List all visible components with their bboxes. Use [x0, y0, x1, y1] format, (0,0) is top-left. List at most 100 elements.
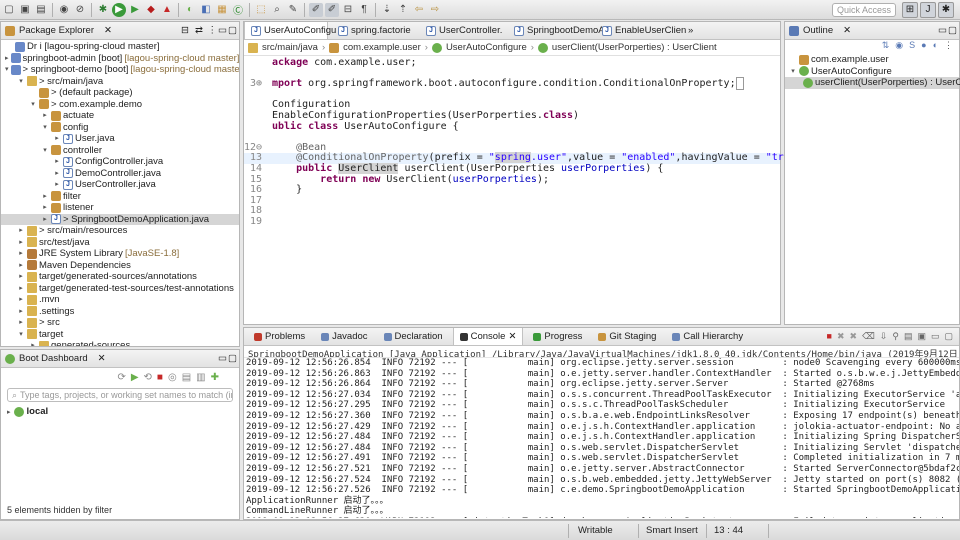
- link-editor-icon[interactable]: ⇄: [195, 25, 203, 36]
- collapse-twisty-icon[interactable]: ▾: [5, 64, 9, 76]
- expand-twisty-icon[interactable]: ▸: [41, 191, 49, 203]
- debug-perspective-icon[interactable]: ✱: [938, 2, 954, 18]
- tree-item[interactable]: ▸ JRE System Library [JavaSE-1.8]: [1, 248, 239, 260]
- bottom-tab-declaration[interactable]: Declaration: [378, 328, 449, 345]
- expand-twisty-icon[interactable]: ▸: [41, 202, 49, 214]
- boot-dashboard-search[interactable]: ⌕ Type tags, projects, or working set na…: [7, 388, 233, 402]
- editor-tab[interactable]: J SpringbootDemoA: [508, 22, 605, 39]
- maximize-icon[interactable]: ▢: [944, 331, 953, 342]
- breadcrumb-item[interactable]: UserAutoConfigure: [446, 42, 527, 53]
- tree-item[interactable]: Dr i [lagou-spring-cloud master]: [1, 41, 239, 53]
- clear-console-icon[interactable]: ⌫: [862, 331, 875, 342]
- start-icon[interactable]: ▶: [131, 372, 139, 383]
- expand-twisty-icon[interactable]: ▸: [17, 237, 25, 249]
- restart-icon[interactable]: ⟲: [144, 372, 152, 383]
- editor-tab[interactable]: J EnableUserClien: [596, 22, 686, 39]
- tree-item[interactable]: ▾ > springboot-demo [boot] [lagou-spring-…: [1, 64, 239, 76]
- run-last-icon[interactable]: ▶: [128, 3, 142, 17]
- package-explorer-title[interactable]: Package Explorer: [19, 25, 94, 36]
- profile-icon[interactable]: ◉: [57, 3, 71, 17]
- code-area[interactable]: ackage com.example.user; 3⊕ mport org.spri…: [244, 57, 808, 324]
- expand-twisty-icon[interactable]: ▸: [41, 214, 49, 226]
- insert-mode-status[interactable]: Smart Insert: [646, 525, 698, 536]
- boot-target-local[interactable]: ▸ local: [7, 406, 233, 417]
- minimize-icon[interactable]: ▭: [218, 25, 227, 36]
- hide-local-types-icon[interactable]: ◐: [933, 40, 938, 52]
- expand-twisty-icon[interactable]: ▸: [53, 133, 61, 145]
- skip-breakpoints-icon[interactable]: ⊘: [73, 3, 87, 17]
- view-menu-icon[interactable]: ⋮: [944, 40, 953, 52]
- word-wrap-icon[interactable]: ⊟: [341, 3, 355, 17]
- bottom-tab-problems[interactable]: Problems: [248, 328, 311, 345]
- collapse-twisty-icon[interactable]: ▾: [789, 66, 797, 78]
- editor-tab[interactable]: JUserAutoConfigu✕: [244, 22, 347, 39]
- tree-item[interactable]: ▸ springboot-admin [boot] [lagou-spring-c…: [1, 53, 239, 65]
- expand-twisty-icon[interactable]: ▸: [17, 260, 25, 272]
- collapse-twisty-icon[interactable]: ▾: [41, 122, 49, 134]
- tree-item[interactable]: ▸ .mvn: [1, 294, 239, 306]
- remove-all-icon[interactable]: ✖: [850, 331, 858, 342]
- tree-item[interactable]: ▾ > src/main/java: [1, 76, 239, 88]
- expand-twisty-icon[interactable]: ▸: [7, 408, 11, 416]
- tree-item[interactable]: ▸ > src: [1, 317, 239, 329]
- close-icon[interactable]: ✕: [843, 25, 851, 36]
- pin-console-icon[interactable]: ⚲: [892, 331, 899, 342]
- new-java-project-icon[interactable]: ◧: [199, 3, 213, 17]
- outline-title[interactable]: Outline: [803, 25, 833, 36]
- search-icon[interactable]: ⌕: [270, 3, 284, 17]
- close-icon[interactable]: ✕: [98, 353, 106, 364]
- expand-twisty-icon[interactable]: ▸: [17, 283, 25, 295]
- minimize-icon[interactable]: ▭: [931, 331, 940, 342]
- edit-icon[interactable]: ✎: [286, 3, 300, 17]
- expand-twisty-icon[interactable]: ▸: [17, 294, 25, 306]
- tab-overflow-icon[interactable]: »: [688, 25, 693, 36]
- display-console-icon[interactable]: ▤: [904, 331, 913, 342]
- expand-twisty-icon[interactable]: ▸: [41, 110, 49, 122]
- tree-item[interactable]: ▸ listener: [1, 202, 239, 214]
- bottom-tab-progress[interactable]: Progress: [527, 328, 588, 345]
- breadcrumb-item[interactable]: userClient(UserPorperties) : UserClient: [552, 42, 717, 53]
- remove-launch-icon[interactable]: ✖: [837, 331, 845, 342]
- editor-tab[interactable]: Jspring.factorie: [332, 22, 416, 39]
- refresh-icon[interactable]: ⟳: [117, 372, 125, 383]
- back-icon[interactable]: ⇦: [412, 3, 426, 17]
- maximize-icon[interactable]: ▢: [228, 25, 237, 36]
- breadcrumb-item[interactable]: com.example.user: [343, 42, 421, 53]
- terminate-icon[interactable]: ■: [827, 331, 832, 342]
- new-class-icon[interactable]: Ⓒ: [231, 3, 245, 17]
- open-type-icon[interactable]: ⬚: [254, 3, 268, 17]
- tree-item[interactable]: ▸ J User.java: [1, 133, 239, 145]
- outline-item[interactable]: ▾ UserAutoConfigure: [785, 66, 959, 78]
- show-whitespace-icon[interactable]: ¶: [357, 3, 371, 17]
- tree-item[interactable]: ▸ J > SpringbootDemoApplication.java: [1, 213, 239, 226]
- editor-tab[interactable]: J UserController.: [420, 22, 504, 39]
- bottom-tab-call-hierarchy[interactable]: Call Hierarchy: [666, 328, 749, 345]
- tree-item[interactable]: ▸ Maven Dependencies: [1, 260, 239, 272]
- new-package-icon[interactable]: ▦: [215, 3, 229, 17]
- expand-twisty-icon[interactable]: ▸: [17, 248, 25, 260]
- open-perspective-icon[interactable]: ⊞: [902, 2, 918, 18]
- boot-icon[interactable]: ◐: [183, 3, 197, 17]
- collapse-all-icon[interactable]: ⊟: [181, 25, 189, 36]
- tree-item[interactable]: ▾ target: [1, 329, 239, 341]
- hide-fields-icon[interactable]: ◉: [895, 40, 903, 52]
- tree-item[interactable]: > (default package): [1, 87, 239, 99]
- collapse-twisty-icon[interactable]: ▾: [29, 99, 37, 111]
- outline-item[interactable]: com.example.user: [785, 54, 959, 66]
- tree-item[interactable]: ▸ J UserController.java: [1, 179, 239, 191]
- open-config-icon[interactable]: ▥: [196, 372, 205, 383]
- tree-item[interactable]: ▸ .settings: [1, 306, 239, 318]
- tree-item[interactable]: ▸ target/generated-test-sources/test-anno…: [1, 283, 239, 295]
- expand-twisty-icon[interactable]: ▸: [17, 225, 25, 237]
- debug-icon[interactable]: ✱: [96, 3, 110, 17]
- java-perspective-icon[interactable]: J: [920, 2, 936, 18]
- tree-item[interactable]: ▸ target/generated-sources/annotations: [1, 271, 239, 283]
- console-output[interactable]: 2019-09-12 12:56:26.854 INFO 72192 --- […: [244, 358, 959, 518]
- save-icon[interactable]: ▣: [18, 3, 32, 17]
- print-icon[interactable]: ▤: [34, 3, 48, 17]
- tree-item[interactable]: ▸ J DemoController.java: [1, 168, 239, 180]
- expand-twisty-icon[interactable]: ▸: [5, 53, 9, 65]
- toggle-block-selection-icon[interactable]: ✐: [325, 2, 339, 17]
- tree-item[interactable]: ▸ src/test/java: [1, 237, 239, 249]
- maximize-icon[interactable]: ▢: [948, 25, 957, 36]
